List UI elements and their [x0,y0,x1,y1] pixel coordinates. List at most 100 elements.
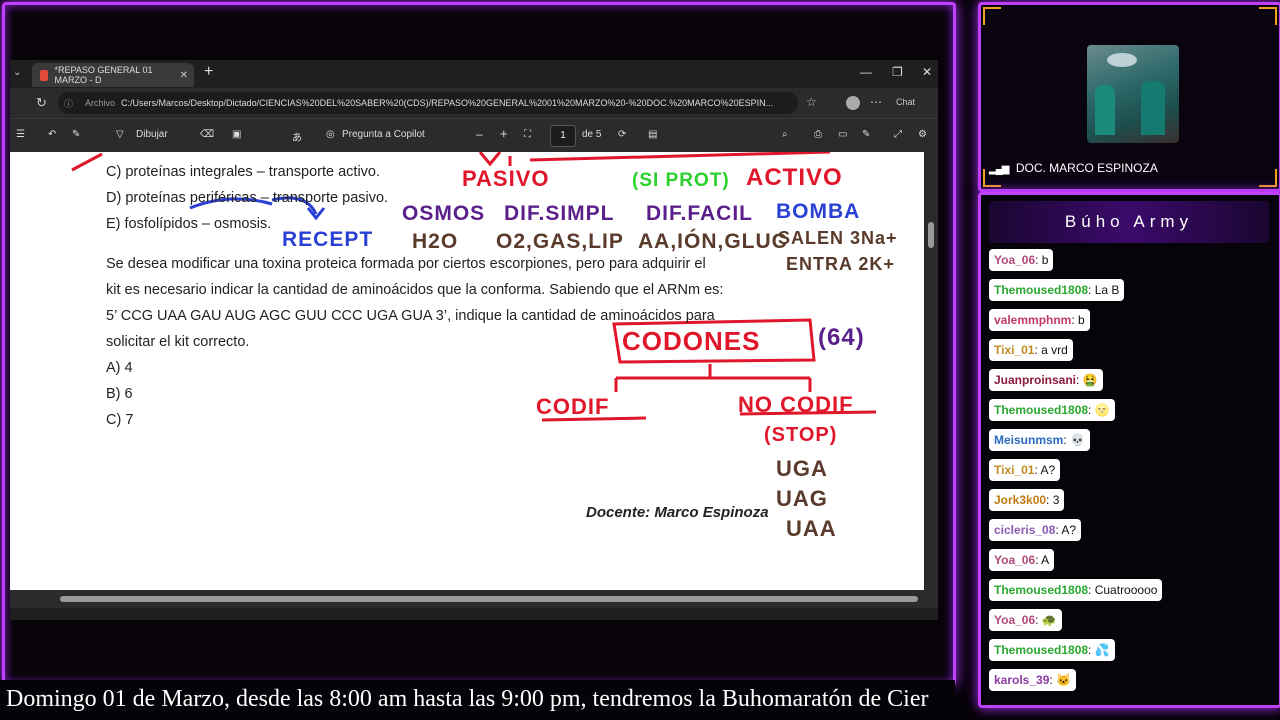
chat-username[interactable]: Themoused1808 [994,403,1088,417]
address-bar[interactable]: ⓘ Archivo C:/Users/Marcos/Desktop/Dictad… [58,92,798,114]
ink-bomba: BOMBA [776,200,861,223]
chat-username[interactable]: Yoa_06 [994,553,1035,567]
ink-codones-count: (64) [818,324,865,351]
chat-message: Meisunmsm: 💀 [989,429,1090,451]
highlight-icon[interactable]: ✎ [72,129,80,140]
search-icon[interactable]: ⌕ [782,129,788,140]
new-tab-icon[interactable]: + [204,63,213,81]
minimize-icon[interactable]: — [860,65,872,79]
chat-message-row: valemmphnm: b [989,309,1273,339]
fit-page-icon[interactable]: ⛶ [524,129,531,140]
copilot-icon[interactable]: ◎ [326,129,335,140]
chat-username[interactable]: Jork3k00 [994,493,1046,507]
chat-message-row: Juanproinsani: 🤮 [989,369,1273,399]
chat-message-text: : 🤮 [1076,373,1098,387]
restore-icon[interactable]: ❐ [892,65,903,79]
chat-username[interactable]: Themoused1808 [994,283,1088,297]
browser-window: ⌄ *REPASO GENERAL 01 MARZO - D ✕ + — ❐ ✕… [10,60,938,620]
news-ticker: Domingo 01 de Marzo, desde las 8:00 am h… [0,680,955,720]
chat-username[interactable]: Themoused1808 [994,643,1088,657]
pdf-toolbar: ☰ ↶ ✎ ▽ Dibujar ⌫ ▣ あ ◎ Pregunta a Copil… [10,118,938,153]
zoom-in-button[interactable]: + [500,126,508,141]
chat-message-text: : La B [1088,283,1120,297]
fullscreen-icon[interactable]: ⤢ [894,129,902,140]
option-e: E) fosfolípidos – osmosis. [106,216,272,232]
more-options-icon[interactable]: ⋯ [870,95,882,109]
chat-username[interactable]: Yoa_06 [994,253,1035,267]
corner-accent [1259,7,1277,25]
undo-icon[interactable]: ↶ [48,129,56,140]
ink-codif: CODIF [536,394,610,419]
favorites-star-icon[interactable]: ☆ [806,95,817,109]
chat-username[interactable]: Meisunmsm [994,433,1063,447]
address-bar-row: ↻ ⓘ Archivo C:/Users/Marcos/Desktop/Dict… [10,88,938,118]
vertical-scroll-thumb[interactable] [928,222,934,248]
chat-username[interactable]: Juanproinsani [994,373,1076,387]
close-window-icon[interactable]: ✕ [922,65,932,79]
info-icon[interactable]: ⓘ [64,97,73,110]
chat-message: Themoused1808: La B [989,279,1125,301]
rotate-icon[interactable]: ⟳ [618,129,626,140]
ink-codones: CODONES [622,326,761,356]
chat-message-row: Yoa_06: b [989,249,1273,279]
ink-ion: AA,IÓN,GLUC [638,230,788,253]
question-line-2: kit es necesario indicar la cantidad de … [106,282,724,298]
corner-accent [1259,169,1277,187]
zoom-out-button[interactable]: – [476,127,483,141]
chat-username[interactable]: Themoused1808 [994,583,1088,597]
ink-uga: UGA [776,456,828,481]
vertical-scrollbar[interactable] [924,152,938,608]
close-tab-icon[interactable]: ✕ [180,70,188,81]
chat-message: Yoa_06: A [989,549,1055,571]
chat-message-text: : b [1071,313,1085,327]
pdf-page: C) proteínas integrales – transporte act… [10,152,924,590]
ink-pasivo: PASIVO [462,166,550,191]
chat-username[interactable]: cicleris_08 [994,523,1055,537]
chat-username[interactable]: valemmphnm [994,313,1071,327]
ink-o2: O2,GAS,LIP [496,230,624,253]
tab-pdf-document[interactable]: *REPASO GENERAL 01 MARZO - D ✕ [32,63,194,87]
ink-stop: (STOP) [764,424,838,446]
chat-message: Tixi_01: a vrd [989,339,1073,361]
chat-message-text: : A? [1055,523,1077,537]
save-icon[interactable]: ▭ [838,129,847,140]
page-view-icon[interactable]: ▤ [648,129,657,140]
copilot-button[interactable]: Pregunta a Copilot [342,129,425,140]
chat-message-row: Meisunmsm: 💀 [989,429,1273,459]
chat-username[interactable]: Tixi_01 [994,463,1034,477]
chat-message: Themoused1808: Cuatrooooo [989,579,1163,601]
eraser-icon[interactable]: ⌫ [200,129,214,140]
chat-username[interactable]: Yoa_06 [994,613,1035,627]
read-aloud-icon[interactable]: あ [292,129,302,144]
option-d: D) proteínas periféricas – transporte pa… [106,190,389,206]
webcam-frame: ▂▄▆ DOC. MARCO ESPINOZA [978,2,1280,192]
answer-c: C) 7 [106,412,134,428]
ink-uag: UAG [776,486,828,511]
horizontal-scroll-thumb[interactable] [60,596,918,602]
chat-title: Búho Army [989,201,1269,243]
chat-message-text: : 🐢 [1035,613,1057,627]
chat-username[interactable]: Tixi_01 [994,343,1034,357]
chat-message-row: Tixi_01: A? [989,459,1273,489]
copilot-chat-button[interactable]: Chat [896,97,915,107]
chat-username[interactable]: karols_39 [994,673,1049,687]
profile-avatar[interactable] [846,96,860,110]
horizontal-scrollbar[interactable] [10,590,924,608]
tab-list-chevron-icon[interactable]: ⌄ [13,67,21,78]
contents-icon[interactable]: ☰ [16,129,25,140]
page-number-input[interactable]: 1 [550,125,576,147]
reload-icon[interactable]: ↻ [36,95,47,111]
settings-gear-icon[interactable]: ⚙ [918,129,927,140]
text-box-icon[interactable]: ▣ [232,129,241,140]
signal-bars-icon: ▂▄▆ [989,164,1009,175]
print-icon[interactable]: ⎙ [814,129,822,140]
save-as-icon[interactable]: ✎ [862,129,870,140]
draw-icon[interactable]: ▽ [116,129,124,140]
webcam-video [1087,45,1179,143]
chat-message-text: : A? [1034,463,1056,477]
chat-message-text: : 💀 [1063,433,1085,447]
draw-button[interactable]: Dibujar [136,129,168,140]
teacher-footer: Docente: Marco Espinoza [586,504,769,521]
ink-activo: ACTIVO [746,164,843,191]
chat-messages: Yoa_06: b Themoused1808: La Bvalemmphnm: … [989,249,1273,699]
